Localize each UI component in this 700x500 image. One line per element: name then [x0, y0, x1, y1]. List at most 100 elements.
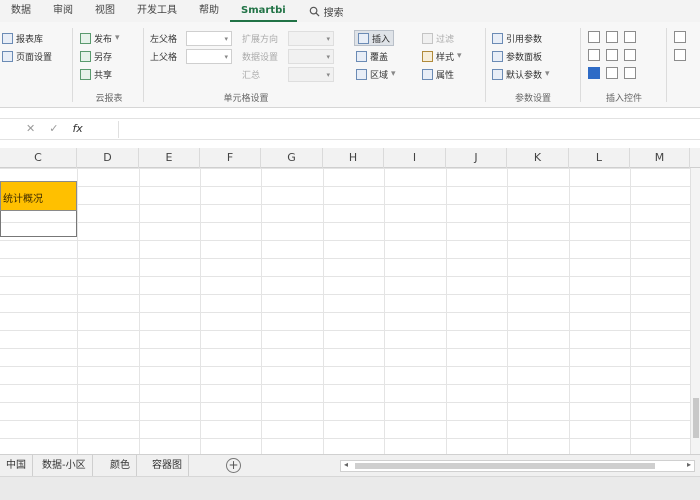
scroll-left-icon[interactable]: ◂	[344, 460, 348, 469]
insert-button[interactable]: 插入	[354, 30, 395, 46]
search-icon	[309, 6, 320, 17]
summary-field[interactable]: ▾	[288, 67, 334, 82]
sheet-tab-data-community[interactable]: 数据-小区	[36, 455, 93, 476]
share-button[interactable]: 共享	[80, 66, 112, 82]
ribbon-panel: 报表库 页面设置 发布 ▾ 另存 共享 云报表 左父格 ▾ 上父格 ▾ 扩展方向 …	[0, 22, 700, 108]
page-setup-label: 页面设置	[16, 52, 53, 63]
dropdown-arrow-icon: ▾	[326, 53, 330, 61]
expand-direction-field[interactable]: ▾	[288, 31, 334, 46]
bordered-cell[interactable]	[0, 211, 77, 237]
column-header-e[interactable]: E	[139, 148, 200, 168]
column-gridline	[569, 168, 570, 454]
column-header-g[interactable]: G	[261, 148, 323, 168]
overwrite-label: 覆盖	[370, 52, 389, 63]
overwrite-button[interactable]: 覆盖	[356, 48, 388, 64]
group-separator	[72, 28, 73, 102]
highlighted-cell[interactable]: 统计概况	[0, 181, 77, 211]
add-sheet-button[interactable]: +	[226, 458, 241, 473]
reference-param-icon	[492, 32, 503, 44]
column-header-h[interactable]: H	[323, 148, 384, 168]
column-header-i[interactable]: I	[384, 148, 446, 168]
insert-label: 插入	[372, 34, 391, 45]
column-gridline	[507, 168, 508, 454]
column-header-j[interactable]: J	[446, 148, 507, 168]
group-overflow	[672, 26, 700, 106]
publish-button[interactable]: 发布 ▾	[80, 30, 120, 46]
tab-view[interactable]: 视图	[84, 0, 126, 22]
search-box[interactable]: 搜索	[309, 4, 344, 19]
checked-checkbox-icon[interactable]	[588, 67, 600, 79]
formula-bar: ✕ ✓ fx	[0, 118, 700, 140]
column-header-l[interactable]: L	[569, 148, 630, 168]
column-gridline	[630, 168, 631, 454]
cancel-icon[interactable]: ✕	[26, 122, 35, 135]
top-parent-field[interactable]: ▾	[186, 49, 232, 64]
page-setup-button[interactable]: 页面设置	[2, 48, 52, 64]
column-header-c[interactable]: C	[0, 148, 77, 168]
date-control-icon[interactable]	[606, 67, 618, 79]
button-control-icon[interactable]	[624, 67, 636, 79]
default-param-button[interactable]: 默认参数 ▾	[492, 66, 550, 82]
sheet-tab-container-chart[interactable]: 容器图	[146, 455, 189, 476]
more-control-icon[interactable]	[674, 31, 686, 43]
column-header-row: C D E F G H I J K L M	[0, 148, 700, 168]
tab-help[interactable]: 帮助	[188, 0, 230, 22]
share-label: 共享	[94, 70, 113, 81]
properties-label: 属性	[436, 70, 455, 81]
param-panel-label: 参数面板	[506, 52, 543, 63]
formula-input[interactable]	[118, 121, 698, 138]
scrollbar-thumb[interactable]	[693, 398, 699, 438]
filter-icon	[422, 32, 433, 44]
insert-icon	[358, 32, 369, 44]
data-setting-field[interactable]: ▾	[288, 49, 334, 64]
function-icon[interactable]: fx	[72, 122, 82, 135]
scrollbar-thumb[interactable]	[355, 463, 655, 469]
tab-developer[interactable]: 开发工具	[126, 0, 188, 22]
filter-button[interactable]: 过滤	[422, 30, 454, 46]
checkbox-control-icon[interactable]	[606, 31, 618, 43]
textbox-control-icon[interactable]	[588, 49, 600, 61]
more-control-icon[interactable]	[674, 49, 686, 61]
style-button[interactable]: 样式 ▾	[422, 48, 462, 64]
area-button[interactable]: 区域 ▾	[356, 66, 396, 82]
left-parent-label: 左父格	[150, 34, 178, 45]
listbox-control-icon[interactable]	[624, 49, 636, 61]
cell-area[interactable]	[0, 168, 700, 454]
checkbox-control-icon[interactable]	[588, 31, 600, 43]
column-header-k[interactable]: K	[507, 148, 569, 168]
spreadsheet-grid[interactable]: C D E F G H I J K L M 统计概况	[0, 148, 700, 454]
dropdown-arrow-icon: ▾	[224, 53, 228, 61]
cell-text: 统计概况	[3, 194, 43, 205]
page-setup-icon	[2, 50, 13, 62]
horizontal-scrollbar[interactable]: ◂ ▸	[340, 460, 695, 472]
tab-data[interactable]: 数据	[0, 0, 42, 22]
left-parent-field[interactable]: ▾	[186, 31, 232, 46]
group-report: 报表库 页面设置	[0, 26, 70, 106]
scroll-right-icon[interactable]: ▸	[687, 460, 691, 469]
status-bar	[0, 476, 700, 500]
sheet-tab-color[interactable]: 颜色	[104, 455, 137, 476]
formula-buttons: ✕ ✓ fx	[26, 122, 83, 135]
column-gridline	[139, 168, 140, 454]
chevron-down-icon: ▾	[391, 69, 396, 79]
properties-button[interactable]: 属性	[422, 66, 454, 82]
group-separator	[143, 28, 144, 102]
vertical-scrollbar[interactable]	[690, 168, 700, 454]
group-title-cloud-report: 云报表	[95, 94, 123, 104]
tab-smartbi[interactable]: Smartbi	[230, 0, 297, 22]
report-library-button[interactable]: 报表库	[2, 30, 43, 46]
combobox-control-icon[interactable]	[606, 49, 618, 61]
save-as-button[interactable]: 另存	[80, 48, 112, 64]
column-header-m[interactable]: M	[630, 148, 690, 168]
param-panel-button[interactable]: 参数面板	[492, 48, 542, 64]
checkbox-control-icon[interactable]	[624, 31, 636, 43]
confirm-icon[interactable]: ✓	[49, 122, 58, 135]
ribbon-tab-bar: 数据 审阅 视图 开发工具 帮助 Smartbi 搜索	[0, 0, 700, 22]
column-gridline	[200, 168, 201, 454]
column-header-f[interactable]: F	[200, 148, 261, 168]
reference-param-button[interactable]: 引用参数	[492, 30, 542, 46]
tab-review[interactable]: 审阅	[42, 0, 84, 22]
sheet-tab-china[interactable]: 中国	[0, 455, 33, 476]
report-library-label: 报表库	[16, 34, 44, 45]
column-header-d[interactable]: D	[77, 148, 139, 168]
